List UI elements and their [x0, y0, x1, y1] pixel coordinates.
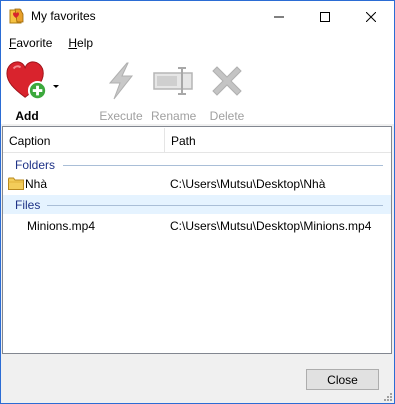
folder-icon — [8, 177, 24, 190]
rename-icon — [152, 67, 193, 95]
execute-button[interactable]: Execute — [99, 58, 143, 123]
group-label-folders: Folders — [15, 158, 56, 172]
add-button[interactable]: Add — [5, 58, 49, 123]
column-divider[interactable] — [164, 128, 165, 152]
toolbar: Add Execute Rename Delete — [1, 54, 394, 124]
execute-label: Execute — [99, 109, 143, 123]
add-dropdown-arrow-icon[interactable] — [53, 85, 59, 89]
menu-bar: Favorite Help — [1, 32, 394, 54]
close-button[interactable]: Close — [306, 369, 379, 390]
favorites-window: My favorites Favorite Help Add Execute R… — [0, 0, 395, 404]
column-header-caption[interactable]: Caption — [9, 134, 50, 148]
delete-x-icon — [212, 66, 242, 96]
list-header: Caption Path — [3, 127, 391, 153]
list-item[interactable]: Minions.mp4 C:\Users\Mutsu\Desktop\Minio… — [3, 216, 391, 235]
delete-button[interactable]: Delete — [205, 58, 249, 123]
item-path: C:\Users\Mutsu\Desktop\Minions.mp4 — [170, 219, 372, 233]
group-header-folders[interactable]: Folders — [3, 155, 391, 174]
rename-button[interactable]: Rename — [151, 58, 196, 123]
item-caption: Nhà — [25, 177, 48, 191]
menu-help[interactable]: Help — [61, 32, 102, 54]
favorites-list[interactable]: Caption Path Folders Nhà C:\Users\Mutsu\… — [2, 126, 392, 354]
group-header-files[interactable]: Files — [3, 195, 391, 214]
close-icon — [366, 11, 376, 22]
group-divider — [47, 205, 383, 206]
minimize-button[interactable] — [256, 1, 302, 32]
close-window-button[interactable] — [348, 1, 394, 32]
list-item[interactable]: Nhà C:\Users\Mutsu\Desktop\Nhà — [3, 174, 391, 193]
minimize-icon — [274, 16, 284, 17]
delete-label: Delete — [209, 109, 245, 123]
group-divider — [63, 165, 383, 166]
title-bar[interactable]: My favorites — [1, 1, 394, 32]
maximize-icon — [320, 11, 330, 22]
column-header-path[interactable]: Path — [171, 134, 196, 148]
item-path: C:\Users\Mutsu\Desktop\Nhà — [170, 177, 326, 191]
resize-grip-icon[interactable] — [381, 390, 393, 402]
window-title: My favorites — [31, 9, 96, 23]
add-favorite-icon — [6, 61, 48, 101]
add-label: Add — [15, 109, 39, 123]
favorites-app-icon — [9, 8, 24, 24]
maximize-button[interactable] — [302, 1, 348, 32]
rename-label: Rename — [151, 109, 197, 123]
item-caption: Minions.mp4 — [27, 219, 96, 233]
group-label-files: Files — [15, 198, 41, 212]
menu-favorite[interactable]: Favorite — [1, 32, 61, 54]
lightning-icon — [108, 62, 134, 100]
